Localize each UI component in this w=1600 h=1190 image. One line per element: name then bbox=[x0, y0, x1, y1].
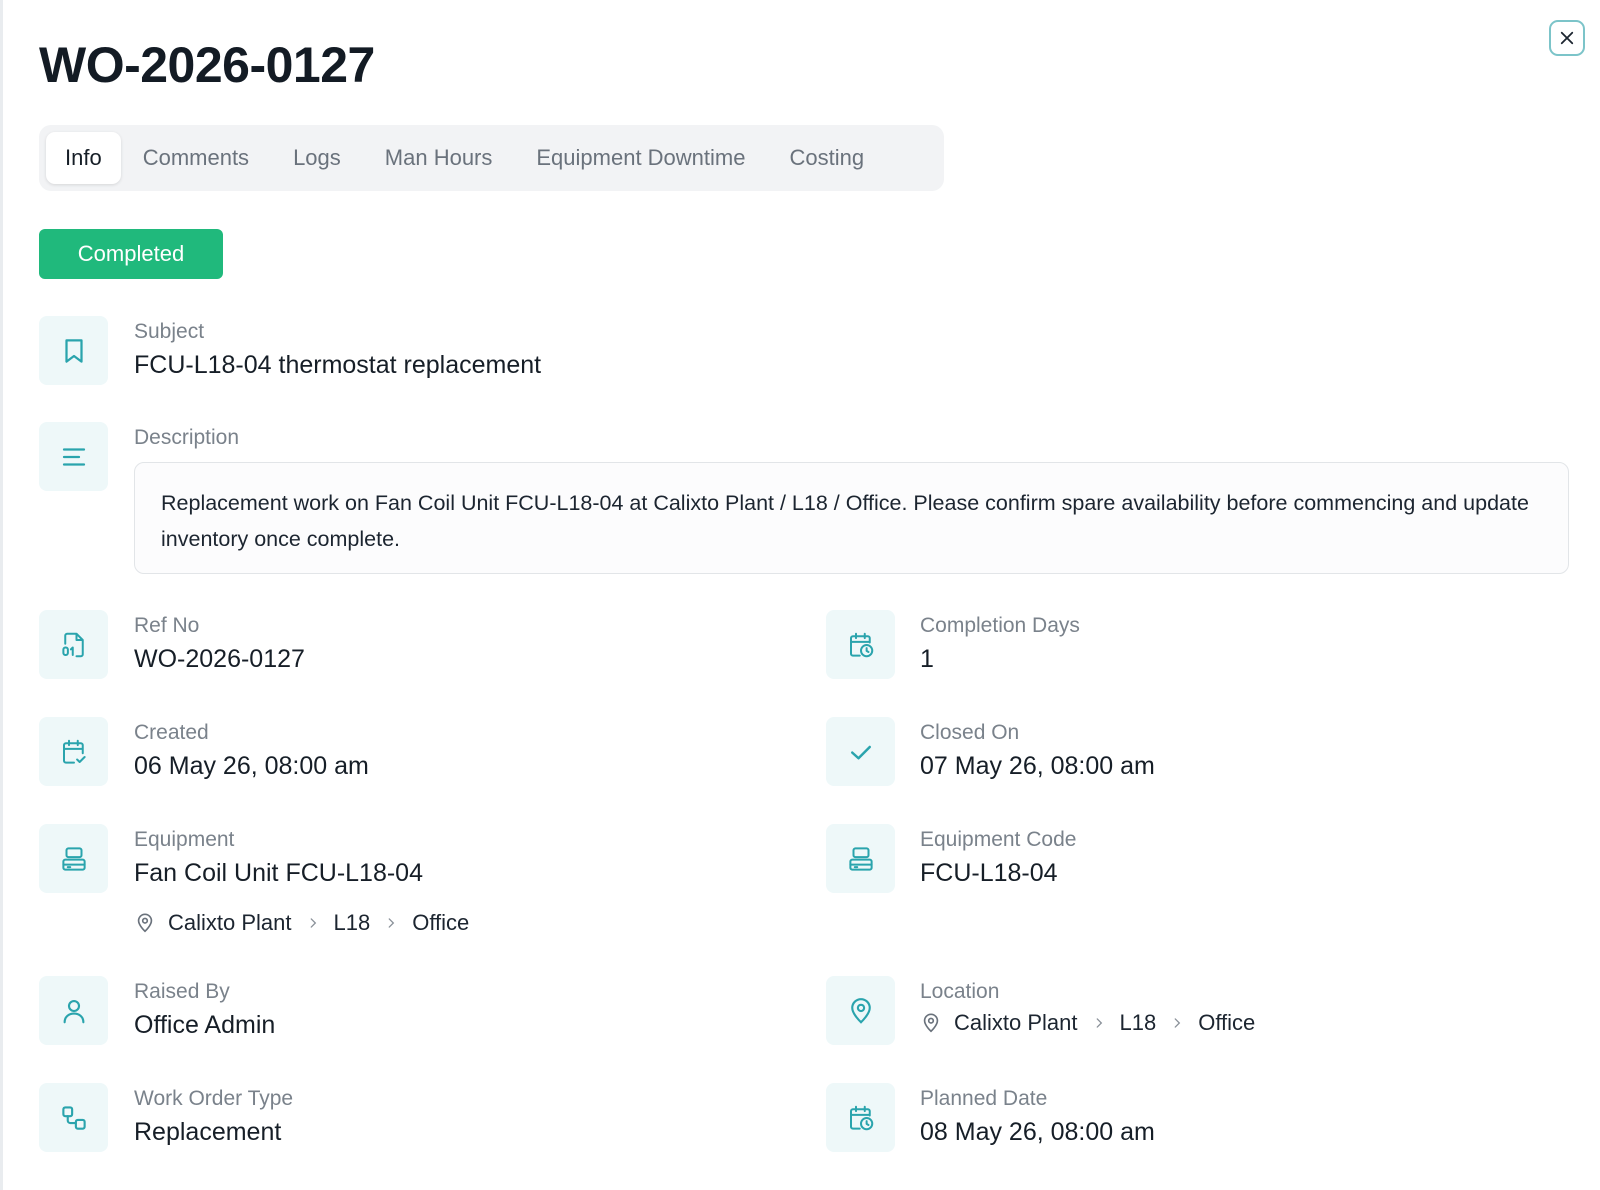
close-icon bbox=[1560, 31, 1574, 45]
tab-bar: Info Comments Logs Man Hours Equipment D… bbox=[39, 125, 944, 191]
subject-icon-box bbox=[39, 316, 108, 385]
calendar-clock-icon bbox=[849, 632, 873, 657]
close-button[interactable] bbox=[1549, 20, 1585, 56]
created-icon-box bbox=[39, 717, 108, 786]
server-icon bbox=[61, 846, 86, 871]
map-pin-icon bbox=[137, 913, 153, 933]
server-icon bbox=[848, 846, 873, 871]
created-label: Created bbox=[134, 721, 209, 744]
planned-date-value: 08 May 26, 08:00 am bbox=[920, 1118, 1155, 1146]
path-segment: Office bbox=[412, 910, 470, 935]
closed-on-value: 07 May 26, 08:00 am bbox=[920, 752, 1155, 780]
description-label: Description bbox=[134, 426, 240, 449]
calendar-clock-icon bbox=[849, 1105, 873, 1130]
tab-man-hours[interactable]: Man Hours bbox=[363, 132, 515, 184]
check-icon bbox=[850, 745, 871, 759]
path-segment: Office bbox=[1198, 1010, 1256, 1035]
panel-edge bbox=[0, 0, 3, 1190]
location-path: Calixto Plant L18 Office bbox=[920, 1010, 1255, 1036]
map-pin-icon bbox=[923, 1013, 939, 1033]
ref-no-value: WO-2026-0127 bbox=[134, 645, 305, 673]
description-icon-box bbox=[39, 422, 108, 491]
chevron-right-icon bbox=[388, 918, 395, 928]
map-pin-icon bbox=[850, 997, 871, 1024]
raised-by-icon-box bbox=[39, 976, 108, 1045]
equipment-value[interactable]: Fan Coil Unit FCU-L18-04 bbox=[134, 859, 423, 888]
work-order-type-value: Replacement bbox=[134, 1118, 282, 1146]
ref-no-label: Ref No bbox=[134, 614, 200, 637]
file-number-icon bbox=[61, 632, 84, 657]
closed-on-label: Closed On bbox=[920, 721, 1020, 744]
path-segment: L18 bbox=[1119, 1010, 1157, 1035]
path-segment: L18 bbox=[333, 910, 371, 935]
user-icon bbox=[63, 999, 84, 1023]
chevron-right-icon bbox=[1174, 1018, 1181, 1028]
align-left-icon bbox=[62, 447, 85, 466]
workflow-icon bbox=[61, 1105, 86, 1130]
work-order-type-icon-box bbox=[39, 1083, 108, 1152]
chevron-right-icon bbox=[310, 918, 316, 928]
equipment-code-label: Equipment Code bbox=[920, 828, 1077, 851]
chevron-right-icon bbox=[1096, 1018, 1102, 1028]
completion-days-label: Completion Days bbox=[920, 614, 1080, 637]
equipment-label: Equipment bbox=[134, 828, 235, 851]
description-text: Replacement work on Fan Coil Unit FCU-L1… bbox=[134, 462, 1569, 574]
path-segment: Calixto Plant bbox=[168, 910, 292, 935]
tab-info[interactable]: Info bbox=[46, 132, 121, 184]
calendar-check-icon bbox=[62, 739, 86, 764]
equipment-icon-box bbox=[39, 824, 108, 893]
work-order-type-label: Work Order Type bbox=[134, 1087, 294, 1110]
location-label: Location bbox=[920, 980, 1000, 1003]
raised-by-label: Raised By bbox=[134, 980, 230, 1003]
equipment-code-value: FCU-L18-04 bbox=[920, 859, 1058, 887]
tab-costing[interactable]: Costing bbox=[767, 132, 886, 184]
subject-label: Subject bbox=[134, 320, 205, 343]
page-title: WO-2026-0127 bbox=[39, 37, 375, 93]
completion-days-icon-box bbox=[826, 610, 895, 679]
subject-value: FCU-L18-04 thermostat replacement bbox=[134, 351, 542, 379]
raised-by-value: Office Admin bbox=[134, 1011, 276, 1039]
created-value: 06 May 26, 08:00 am bbox=[134, 752, 369, 780]
tab-equipment-downtime[interactable]: Equipment Downtime bbox=[514, 132, 767, 184]
ref-no-icon-box bbox=[39, 610, 108, 679]
equipment-location-path: Calixto Plant L18 Office bbox=[134, 910, 469, 936]
bookmark-icon bbox=[64, 338, 83, 363]
status-badge: Completed bbox=[39, 229, 223, 279]
closed-on-icon-box bbox=[826, 717, 895, 786]
path-segment: Calixto Plant bbox=[954, 1010, 1078, 1035]
tab-logs[interactable]: Logs bbox=[271, 132, 363, 184]
completion-days-value: 1 bbox=[920, 645, 934, 673]
location-icon-box bbox=[826, 976, 895, 1045]
tab-comments[interactable]: Comments bbox=[121, 132, 271, 184]
planned-date-icon-box bbox=[826, 1083, 895, 1152]
planned-date-label: Planned Date bbox=[920, 1087, 1048, 1110]
equipment-code-icon-box bbox=[826, 824, 895, 893]
